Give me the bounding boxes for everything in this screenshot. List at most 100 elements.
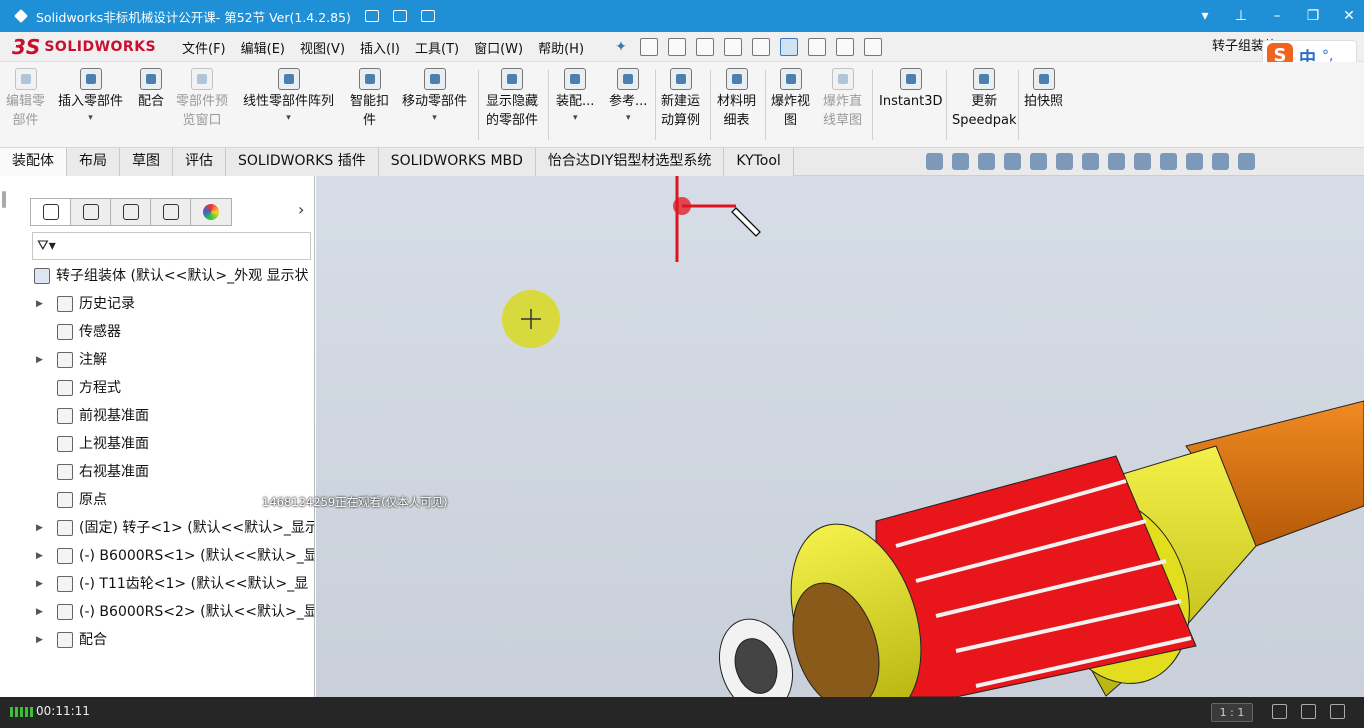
chevron-down-icon[interactable]: ▾ — [88, 113, 93, 123]
tab-property-manager[interactable] — [71, 199, 111, 225]
expand-arrow-icon[interactable]: ▶ — [36, 570, 43, 598]
tree-item-gear[interactable]: ▶ (-) T11齿轮<1> (默认<<默认>_显 — [0, 570, 314, 598]
share-icon[interactable] — [392, 10, 407, 22]
hide-show-items-icon[interactable] — [1108, 153, 1125, 170]
expand-arrow-icon[interactable]: ▶ — [36, 346, 43, 374]
cmd-smart-fasteners[interactable]: 智能扣 件 — [350, 68, 389, 130]
menu-view[interactable]: 视图(V) — [300, 38, 345, 57]
graphics-viewport[interactable] — [316, 176, 1364, 697]
tab-yiheda[interactable]: 怡合达DIY铝型材选型系统 — [535, 148, 725, 176]
edit-icon[interactable] — [364, 10, 379, 22]
cmd-update-speedpak[interactable]: 更新 Speedpak — [952, 68, 1017, 130]
menu-window[interactable]: 窗口(W) — [474, 38, 523, 57]
cmd-move-component[interactable]: 移动零部件 ▾ — [402, 68, 467, 123]
cmd-linear-pattern[interactable]: 线性零部件阵列 ▾ — [243, 68, 334, 123]
new-document-icon[interactable] — [640, 38, 658, 56]
menu-tools[interactable]: 工具(T) — [415, 38, 459, 57]
tab-display-manager[interactable] — [191, 199, 231, 225]
expand-arrow-icon[interactable]: ▶ — [36, 514, 43, 542]
display-style-icon[interactable] — [1082, 153, 1099, 170]
cmd-assembly-features[interactable]: 装配... ▾ — [556, 68, 594, 123]
view-settings-icon[interactable] — [1186, 153, 1203, 170]
section-view-icon[interactable] — [1004, 153, 1021, 170]
options-gear-icon[interactable] — [864, 38, 882, 56]
minimize-icon[interactable]: – — [1270, 8, 1284, 24]
tree-item-right-plane[interactable]: 右视基准面 — [0, 458, 314, 486]
tab-evaluate[interactable]: 评估 — [173, 148, 226, 176]
cmd-mate[interactable]: 配合 — [138, 68, 164, 111]
traffic-light-icon[interactable] — [808, 38, 826, 56]
select-cursor-icon[interactable] — [780, 38, 798, 56]
tree-item-front-plane[interactable]: 前视基准面 — [0, 402, 314, 430]
save-icon[interactable] — [696, 38, 714, 56]
bearing[interactable] — [708, 610, 804, 697]
view-orientation-icon[interactable] — [1056, 153, 1073, 170]
print-icon[interactable] — [724, 38, 742, 56]
zoom-ratio-button[interactable]: 1 : 1 — [1211, 703, 1253, 722]
tree-item-rotor[interactable]: ▶ (固定) 转子<1> (默认<<默认>_显示 — [0, 514, 314, 542]
tree-item-history[interactable]: ▶ 历史记录 — [0, 290, 314, 318]
pin-icon[interactable]: ⊥ — [1234, 8, 1248, 24]
tab-feature-tree[interactable] — [31, 199, 71, 225]
open-folder-icon[interactable] — [668, 38, 686, 56]
expand-arrow-icon[interactable]: ▶ — [36, 626, 43, 654]
fullscreen-icon[interactable] — [1330, 704, 1345, 719]
dropdown-icon[interactable]: ▾ — [1198, 8, 1212, 24]
cmd-take-snapshot[interactable]: 拍快照 — [1024, 68, 1063, 111]
expand-arrow-icon[interactable]: ▶ — [36, 598, 43, 626]
tree-item-annotations[interactable]: ▶ 注解 — [0, 346, 314, 374]
tree-item-equations[interactable]: 方程式 — [0, 374, 314, 402]
panel-toggle-icon[interactable] — [1238, 153, 1255, 170]
tab-addins[interactable]: SOLIDWORKS 插件 — [226, 148, 379, 176]
cmd-exploded-view[interactable]: 爆炸视 图 — [771, 68, 810, 130]
cmd-component-preview[interactable]: 零部件预 览窗口 — [176, 68, 228, 130]
tab-layout[interactable]: 布局 — [67, 148, 120, 176]
edit-appearance-icon[interactable] — [1134, 153, 1151, 170]
tab-sketch[interactable]: 草图 — [120, 148, 173, 176]
expand-arrow-icon[interactable]: ▶ — [36, 290, 43, 318]
tree-item-top-plane[interactable]: 上视基准面 — [0, 430, 314, 458]
tab-configuration-manager[interactable] — [111, 199, 151, 225]
undo-icon[interactable] — [752, 38, 770, 56]
expand-arrow-icon[interactable]: ▶ — [36, 542, 43, 570]
menu-edit[interactable]: 编辑(E) — [241, 38, 285, 57]
dynamic-annotation-icon[interactable] — [1030, 153, 1047, 170]
cmd-edit-component[interactable]: 编辑零 部件 — [6, 68, 45, 130]
profile-icon[interactable] — [4, 191, 6, 208]
previous-view-icon[interactable] — [978, 153, 995, 170]
tree-item-bearing-2[interactable]: ▶ (-) B6000RS<2> (默认<<默认>_显 — [0, 598, 314, 626]
tab-assembly[interactable]: 装配体 — [0, 148, 67, 176]
filter-icon[interactable]: ⛛▾ — [37, 238, 56, 254]
menu-help[interactable]: 帮助(H) — [538, 38, 584, 57]
tab-kytool[interactable]: KYTool — [724, 148, 794, 176]
pin-menu-icon[interactable]: ✦ — [612, 38, 630, 56]
zoom-to-fit-icon[interactable] — [926, 153, 943, 170]
tree-root-assembly[interactable]: 转子组装体 (默认<<默认>_外观 显示状 — [0, 262, 314, 290]
cmd-new-motion-study[interactable]: 新建运 动算例 — [661, 68, 700, 130]
menu-insert[interactable]: 插入(I) — [360, 38, 400, 57]
tab-mbd[interactable]: SOLIDWORKS MBD — [378, 148, 536, 176]
cmd-show-hidden-components[interactable]: 显示隐藏 的零部件 — [486, 68, 538, 130]
monitor-icon[interactable] — [1212, 153, 1229, 170]
tree-item-sensors[interactable]: 传感器 — [0, 318, 314, 346]
cmd-explode-line-sketch[interactable]: 爆炸直 线草图 — [823, 68, 862, 130]
close-icon[interactable]: ✕ — [1342, 8, 1356, 24]
tab-dimxpert[interactable] — [151, 199, 191, 225]
home-icon[interactable] — [420, 10, 435, 22]
cmd-instant3d[interactable]: Instant3D — [879, 68, 943, 111]
file-properties-icon[interactable] — [836, 38, 854, 56]
cmd-reference-geometry[interactable]: 参考... ▾ — [609, 68, 647, 123]
zoom-to-area-icon[interactable] — [952, 153, 969, 170]
chevron-down-icon[interactable]: ▾ — [626, 113, 631, 123]
apply-scene-icon[interactable] — [1160, 153, 1177, 170]
chevron-down-icon[interactable]: ▾ — [432, 113, 437, 123]
cmd-insert-components[interactable]: 插入零部件 ▾ — [58, 68, 123, 123]
restore-icon[interactable]: ❐ — [1306, 8, 1320, 24]
tree-item-bearing-1[interactable]: ▶ (-) B6000RS<1> (默认<<默认>_显 — [0, 542, 314, 570]
tree-item-mates[interactable]: ▶ 配合 — [0, 626, 314, 654]
cmd-bill-of-materials[interactable]: 材料明 细表 — [717, 68, 756, 130]
chevron-right-icon[interactable]: › — [298, 200, 304, 219]
menu-file[interactable]: 文件(F) — [182, 38, 226, 57]
tree-filter[interactable]: ⛛▾ — [32, 232, 311, 260]
volume-icon[interactable] — [1301, 704, 1316, 719]
